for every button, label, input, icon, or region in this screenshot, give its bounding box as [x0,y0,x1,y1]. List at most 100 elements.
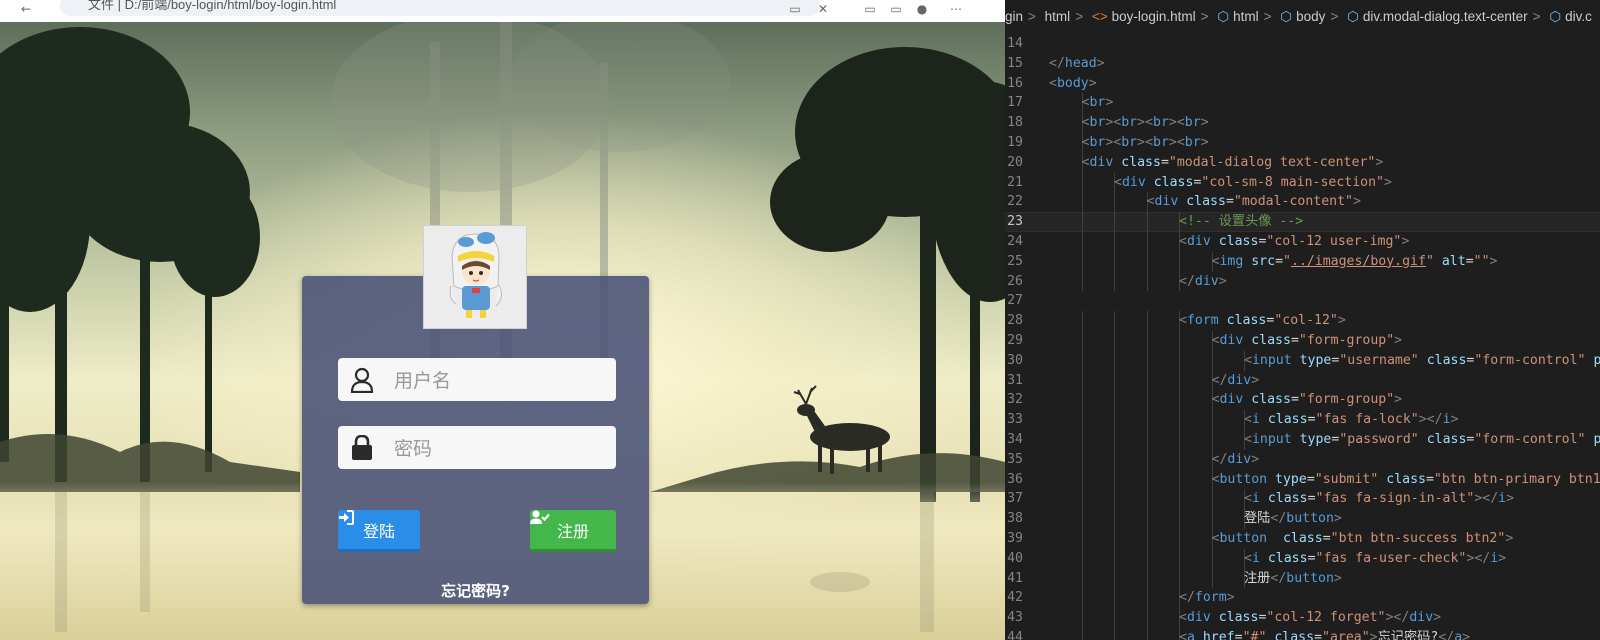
code-token: class [1426,352,1467,368]
code-text: <body> [1049,74,1097,94]
indent-guide [1081,588,1083,609]
code-line[interactable]: 44 <a href="#" class="area">忘记密码?</a> [1005,627,1600,640]
code-line[interactable]: 38 登陆</button> [1005,509,1600,529]
line-number: 20 [1007,154,1023,170]
breadcrumb-item[interactable]: body [1296,9,1325,24]
code-text: <i class="fas fa-sign-in-alt"></i> [1244,489,1514,509]
code-token: br [1184,115,1201,131]
breadcrumb-item[interactable]: div.c [1565,9,1592,24]
code-line[interactable]: 27 [1005,291,1600,311]
indent-guide [1114,627,1115,640]
code-line[interactable]: 14 [1005,34,1600,54]
code-line[interactable]: 16 <body> [1005,74,1600,94]
code-line[interactable]: 20 <div class="modal-dialog text-center"> [1005,152,1600,173]
close-icon[interactable]: ✕ [815,2,831,16]
line-number: 43 [1007,610,1023,626]
line-number: 19 [1007,134,1023,150]
line-number: 21 [1007,174,1023,190]
code-token: br [1153,115,1169,131]
password-input[interactable] [392,426,610,471]
code-token: = [1275,253,1284,269]
code-line[interactable]: 24 <div class="col-12 user-img"> [1005,231,1600,252]
code-line[interactable]: 35 </div> [1005,449,1600,470]
code-line[interactable]: 30 <input type="username" class="form-con… [1005,350,1600,371]
address-bar[interactable]: 文件 | D:/前端/boy-login/html/boy-login.html [60,0,820,16]
breadcrumb-item[interactable]: html [1233,9,1259,24]
line-number: 22 [1007,194,1023,210]
code-token: > [1394,332,1403,348]
menu-icon[interactable]: ⋯ [948,2,964,16]
code-text: <form class="col-12"> [1179,311,1346,331]
code-line[interactable]: 43 <div class="col-12 forget"></div> [1005,608,1600,628]
password-field[interactable] [338,426,616,471]
tab-icon[interactable]: ▭ [787,2,803,16]
code-token: < [1179,629,1187,640]
code-line[interactable]: 23 <!-- 设置头像 --> [1005,212,1600,232]
code-token: ></ [1385,610,1410,626]
indent-guide [1179,469,1180,490]
indent-guide [1179,509,1180,529]
indent-guide [1146,489,1148,510]
back-icon[interactable]: ← [18,2,34,16]
code-token: </ [1438,629,1455,640]
code-line[interactable]: 19 <br><br><br><br> [1005,132,1600,153]
line-number: 24 [1007,233,1023,249]
breadcrumb-item[interactable]: div.modal-dialog.text-center [1363,9,1528,24]
code-text: </head> [1049,54,1105,74]
code-line[interactable]: 22 <div class="modal-content"> [1005,192,1600,213]
code-token: i [1442,412,1451,428]
code-token: class [1251,392,1291,408]
code-token: "" [1473,253,1490,269]
code-line[interactable]: 18 <br><br><br><br> [1005,113,1600,133]
code-line[interactable]: 25 <img src="../images/boy.gif" alt=""> [1005,251,1600,272]
code-token: > [1505,530,1514,546]
code-line[interactable]: 26 </div> [1005,271,1600,292]
indent-guide [1146,568,1148,589]
code-line[interactable]: 42 </form> [1005,588,1600,609]
code-line[interactable]: 29 <div class="form-group"> [1005,330,1600,351]
forgot-password-link[interactable]: 忘记密码? [302,580,649,601]
indent-guide [1146,370,1148,391]
code-token: br [1121,134,1138,150]
code-line[interactable]: 28 <form class="col-12"> [1005,311,1600,331]
breadcrumb-item[interactable]: html [1045,9,1071,24]
indent-guide [1114,271,1115,292]
code-token: "area" [1322,629,1370,640]
code-line[interactable]: 21 <div class="col-sm-8 main-section"> [1005,172,1600,193]
code-line[interactable]: 40 <i class="fas fa-user-check"></i> [1005,548,1600,569]
register-button[interactable]: 注册 [530,510,616,552]
code-text: <img src="../images/boy.gif" alt=""> [1212,252,1498,272]
code-line[interactable]: 37 <i class="fas fa-sign-in-alt"></i> [1005,489,1600,510]
code-line[interactable]: 39 <button class="btn btn-success btn2"> [1005,528,1600,549]
window-icon[interactable]: ▭ [862,2,878,16]
indent-guide [1146,588,1148,609]
code-line[interactable]: 41 注册</button> [1005,568,1600,589]
code-token: input [1251,431,1292,447]
code-line[interactable]: 15 </head> [1005,54,1600,74]
line-number: 42 [1007,590,1023,606]
code-line[interactable]: 31 </div> [1005,370,1600,391]
favorites-icon[interactable]: ▭ [888,2,904,16]
indent-guide [1081,330,1083,351]
profile-icon[interactable]: ● [914,2,930,16]
indent-guide [1114,350,1115,371]
code-line[interactable]: 36 <button type="submit" class="btn btn-p… [1005,469,1600,490]
code-token: > [1337,313,1346,329]
code-line[interactable]: 33 <i class="fas fa-lock"></i> [1005,410,1600,430]
code-line[interactable]: 34 <input type="password" class="form-con… [1005,429,1600,450]
breadcrumb-item[interactable]: boy-login.html [1112,9,1196,24]
indent-guide [1211,548,1213,569]
indent-guide [1114,410,1115,430]
code-area[interactable]: 14 15 </head> 16 <body> 17 <br> 18 <br><br><br><… [1005,34,1600,640]
username-input[interactable] [392,358,610,403]
breadcrumb-item[interactable]: gin [1005,9,1023,24]
username-field[interactable] [338,358,616,403]
login-button[interactable]: 登陆 [338,510,420,552]
code-token: div [1121,174,1146,190]
code-text: 登陆</button> [1244,509,1342,529]
code-token: " [1283,253,1291,269]
code-line[interactable]: 17 <br> [1005,93,1600,114]
code-line[interactable]: 32 <div class="form-group"> [1005,390,1600,411]
